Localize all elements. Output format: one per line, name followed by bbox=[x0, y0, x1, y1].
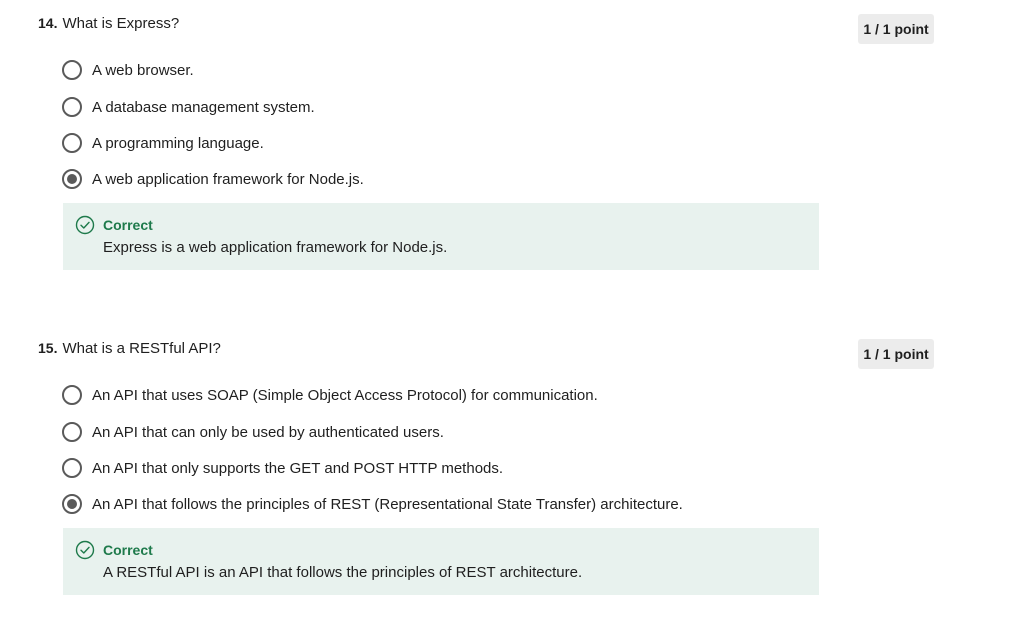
radio-button[interactable] bbox=[62, 133, 82, 153]
answer-option[interactable]: A database management system. bbox=[62, 96, 315, 118]
question-header: 14. What is Express? bbox=[38, 15, 179, 32]
radio-button-selected[interactable] bbox=[62, 169, 82, 189]
answer-option-selected[interactable]: A web application framework for Node.js. bbox=[62, 168, 364, 190]
answer-option[interactable]: A web browser. bbox=[62, 59, 194, 81]
radio-button[interactable] bbox=[62, 422, 82, 442]
feedback-status: Correct bbox=[103, 217, 153, 233]
option-label: A web browser. bbox=[92, 61, 194, 79]
answer-option[interactable]: A programming language. bbox=[62, 132, 264, 154]
option-label: An API that follows the principles of RE… bbox=[92, 495, 683, 513]
question-text: What is Express? bbox=[62, 15, 180, 32]
answer-option-selected[interactable]: An API that follows the principles of RE… bbox=[62, 493, 683, 515]
answer-option[interactable]: An API that only supports the GET and PO… bbox=[62, 457, 503, 479]
question-text: What is a RESTful API? bbox=[62, 340, 221, 357]
check-circle-icon bbox=[75, 215, 95, 235]
option-label: An API that uses SOAP (Simple Object Acc… bbox=[92, 386, 598, 404]
radio-button[interactable] bbox=[62, 60, 82, 80]
option-label: A web application framework for Node.js. bbox=[92, 170, 364, 188]
feedback-status: Correct bbox=[103, 542, 153, 558]
question-header: 15. What is a RESTful API? bbox=[38, 340, 221, 357]
feedback-panel: Correct Express is a web application fra… bbox=[63, 203, 819, 270]
answer-option[interactable]: An API that uses SOAP (Simple Object Acc… bbox=[62, 384, 598, 406]
feedback-panel: Correct A RESTful API is an API that fol… bbox=[63, 528, 819, 595]
check-circle-icon bbox=[75, 540, 95, 560]
option-label: An API that can only be used by authenti… bbox=[92, 423, 444, 441]
points-badge: 1 / 1 point bbox=[858, 339, 934, 369]
option-label: A database management system. bbox=[92, 98, 315, 116]
answer-option[interactable]: An API that can only be used by authenti… bbox=[62, 421, 444, 443]
option-label: A programming language. bbox=[92, 134, 264, 152]
radio-button[interactable] bbox=[62, 385, 82, 405]
points-badge: 1 / 1 point bbox=[858, 14, 934, 44]
feedback-explanation: A RESTful API is an API that follows the… bbox=[103, 564, 583, 581]
radio-button[interactable] bbox=[62, 458, 82, 478]
option-label: An API that only supports the GET and PO… bbox=[92, 459, 504, 477]
radio-button[interactable] bbox=[62, 97, 82, 117]
radio-button-selected[interactable] bbox=[62, 494, 82, 514]
feedback-explanation: Express is a web application framework f… bbox=[103, 239, 448, 256]
question-number: 14. bbox=[38, 15, 58, 31]
question-number: 15. bbox=[38, 340, 58, 356]
